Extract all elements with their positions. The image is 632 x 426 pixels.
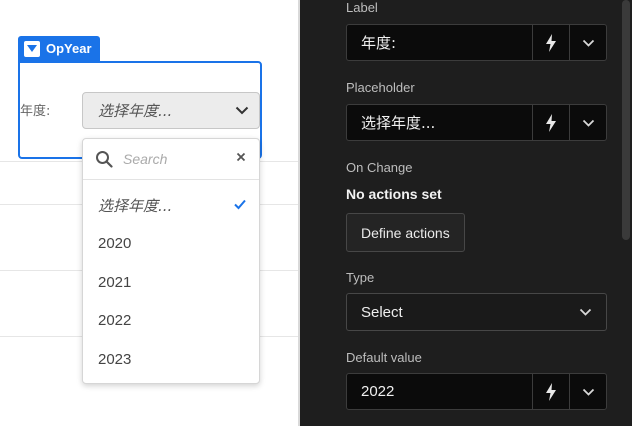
default-value-field[interactable]: 2022 [346,373,607,410]
option-label: 2022 [98,311,132,329]
label-field[interactable]: 年度: [346,24,607,61]
type-title: Type [346,270,375,285]
placeholder-expand-button[interactable] [569,105,606,140]
dropdown-option[interactable]: 2020 [83,224,259,262]
option-label: 2023 [98,350,132,368]
widget-name: OpYear [46,41,92,56]
label-title: Label [346,0,378,15]
option-label: 选择年度... [98,196,173,215]
check-icon [233,197,247,211]
chevron-down-icon [579,308,592,316]
dropdown-search-input[interactable] [123,151,223,167]
chevron-down-icon [582,119,594,127]
dropdown-option[interactable]: 选择年度... [83,186,259,224]
on-change-status: No actions set [346,186,442,202]
field-label: 年度: [20,104,51,119]
option-label: 2020 [98,234,132,252]
type-select[interactable]: Select [346,293,607,331]
dropdown-option[interactable]: 2022 [83,301,259,339]
dropdown-search [83,139,259,180]
design-canvas[interactable]: OpYear 年度: 选择年度... 选择年度... 2020 [0,0,298,426]
placeholder-lightning-button[interactable] [532,105,569,140]
widget-name-tag[interactable]: OpYear [18,36,100,61]
dropdown-widget-icon [24,40,40,57]
close-icon[interactable] [235,151,247,163]
define-actions-button[interactable]: Define actions [346,213,465,252]
default-value-expand-button[interactable] [569,374,606,409]
select-dropdown-menu: 选择年度... 2020 2021 2022 2023 [82,138,260,384]
panel-scrollbar[interactable] [622,0,630,240]
chevron-down-icon [582,39,594,47]
default-value-title: Default value [346,350,422,365]
placeholder-title: Placeholder [346,80,415,95]
dropdown-option[interactable]: 2021 [83,263,259,301]
placeholder-field-value: 选择年度... [361,114,436,132]
dropdown-option[interactable]: 2023 [83,340,259,378]
select-placeholder: 选择年度... [98,102,173,120]
chevron-down-icon [235,102,249,120]
lightning-icon [546,113,556,132]
search-icon [95,150,113,168]
label-expand-button[interactable] [569,25,606,60]
type-select-value: Select [361,303,403,321]
default-value-lightning-button[interactable] [532,374,569,409]
label-lightning-button[interactable] [532,25,569,60]
year-select[interactable]: 选择年度... [82,92,260,129]
option-label: 2021 [98,273,132,291]
chevron-down-icon [582,388,594,396]
properties-panel: Label 年度: Placeholder 选择年度... On Change … [300,0,632,426]
on-change-title: On Change [346,160,413,175]
lightning-icon [546,382,556,401]
lightning-icon [546,33,556,52]
label-field-value: 年度: [361,34,397,52]
placeholder-field[interactable]: 选择年度... [346,104,607,141]
default-value-text: 2022 [361,383,395,400]
